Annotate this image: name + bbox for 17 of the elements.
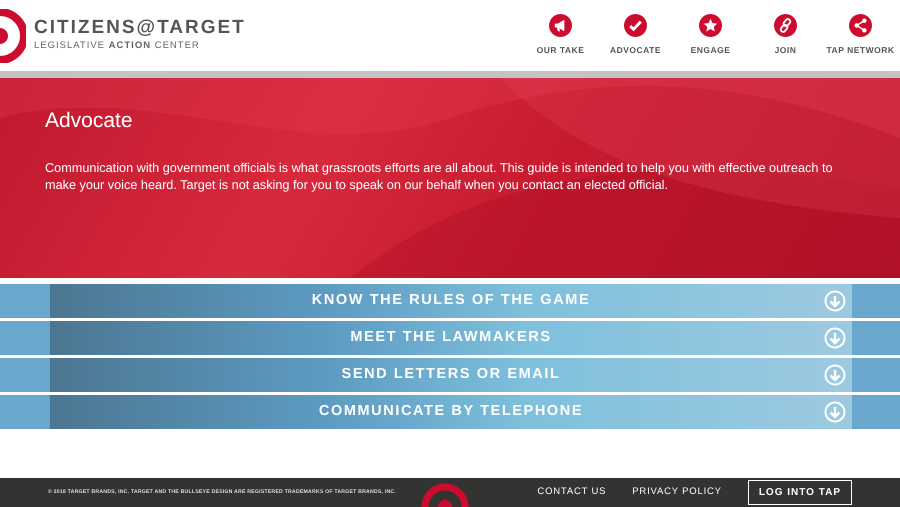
share-icon	[849, 14, 872, 38]
footer-link[interactable]: CONTACT US	[537, 485, 606, 500]
nav-link[interactable]: ADVOCATE	[598, 14, 673, 57]
nav-link[interactable]: OUR TAKE	[523, 14, 598, 57]
link-icon	[774, 14, 797, 38]
bullseye-logo	[0, 8, 26, 62]
brand-tagline: LEGISLATIVE ACTION CENTER	[34, 38, 201, 53]
megaphone-icon	[549, 14, 572, 38]
hero-text: Communication with government officials is what grassroots efforts are all about. This guide is intended to help you with effective outreach to make your voice heard. Target is not asking for you to speak on our behalf when you contact an elected official.	[45, 160, 834, 194]
footer-link[interactable]: PRIVACY POLICY	[632, 485, 722, 500]
brand-name: CITIZENS@TARGET	[34, 18, 246, 39]
login-button[interactable]: LOG INTO TAP	[748, 480, 852, 505]
nav-link[interactable]: ENGAGE	[673, 14, 748, 57]
check-icon	[624, 14, 647, 38]
hero-title: Advocate	[45, 108, 134, 134]
nav-link[interactable]: JOIN	[748, 14, 823, 57]
nav-link[interactable]: TAP NETWORK	[823, 14, 898, 57]
